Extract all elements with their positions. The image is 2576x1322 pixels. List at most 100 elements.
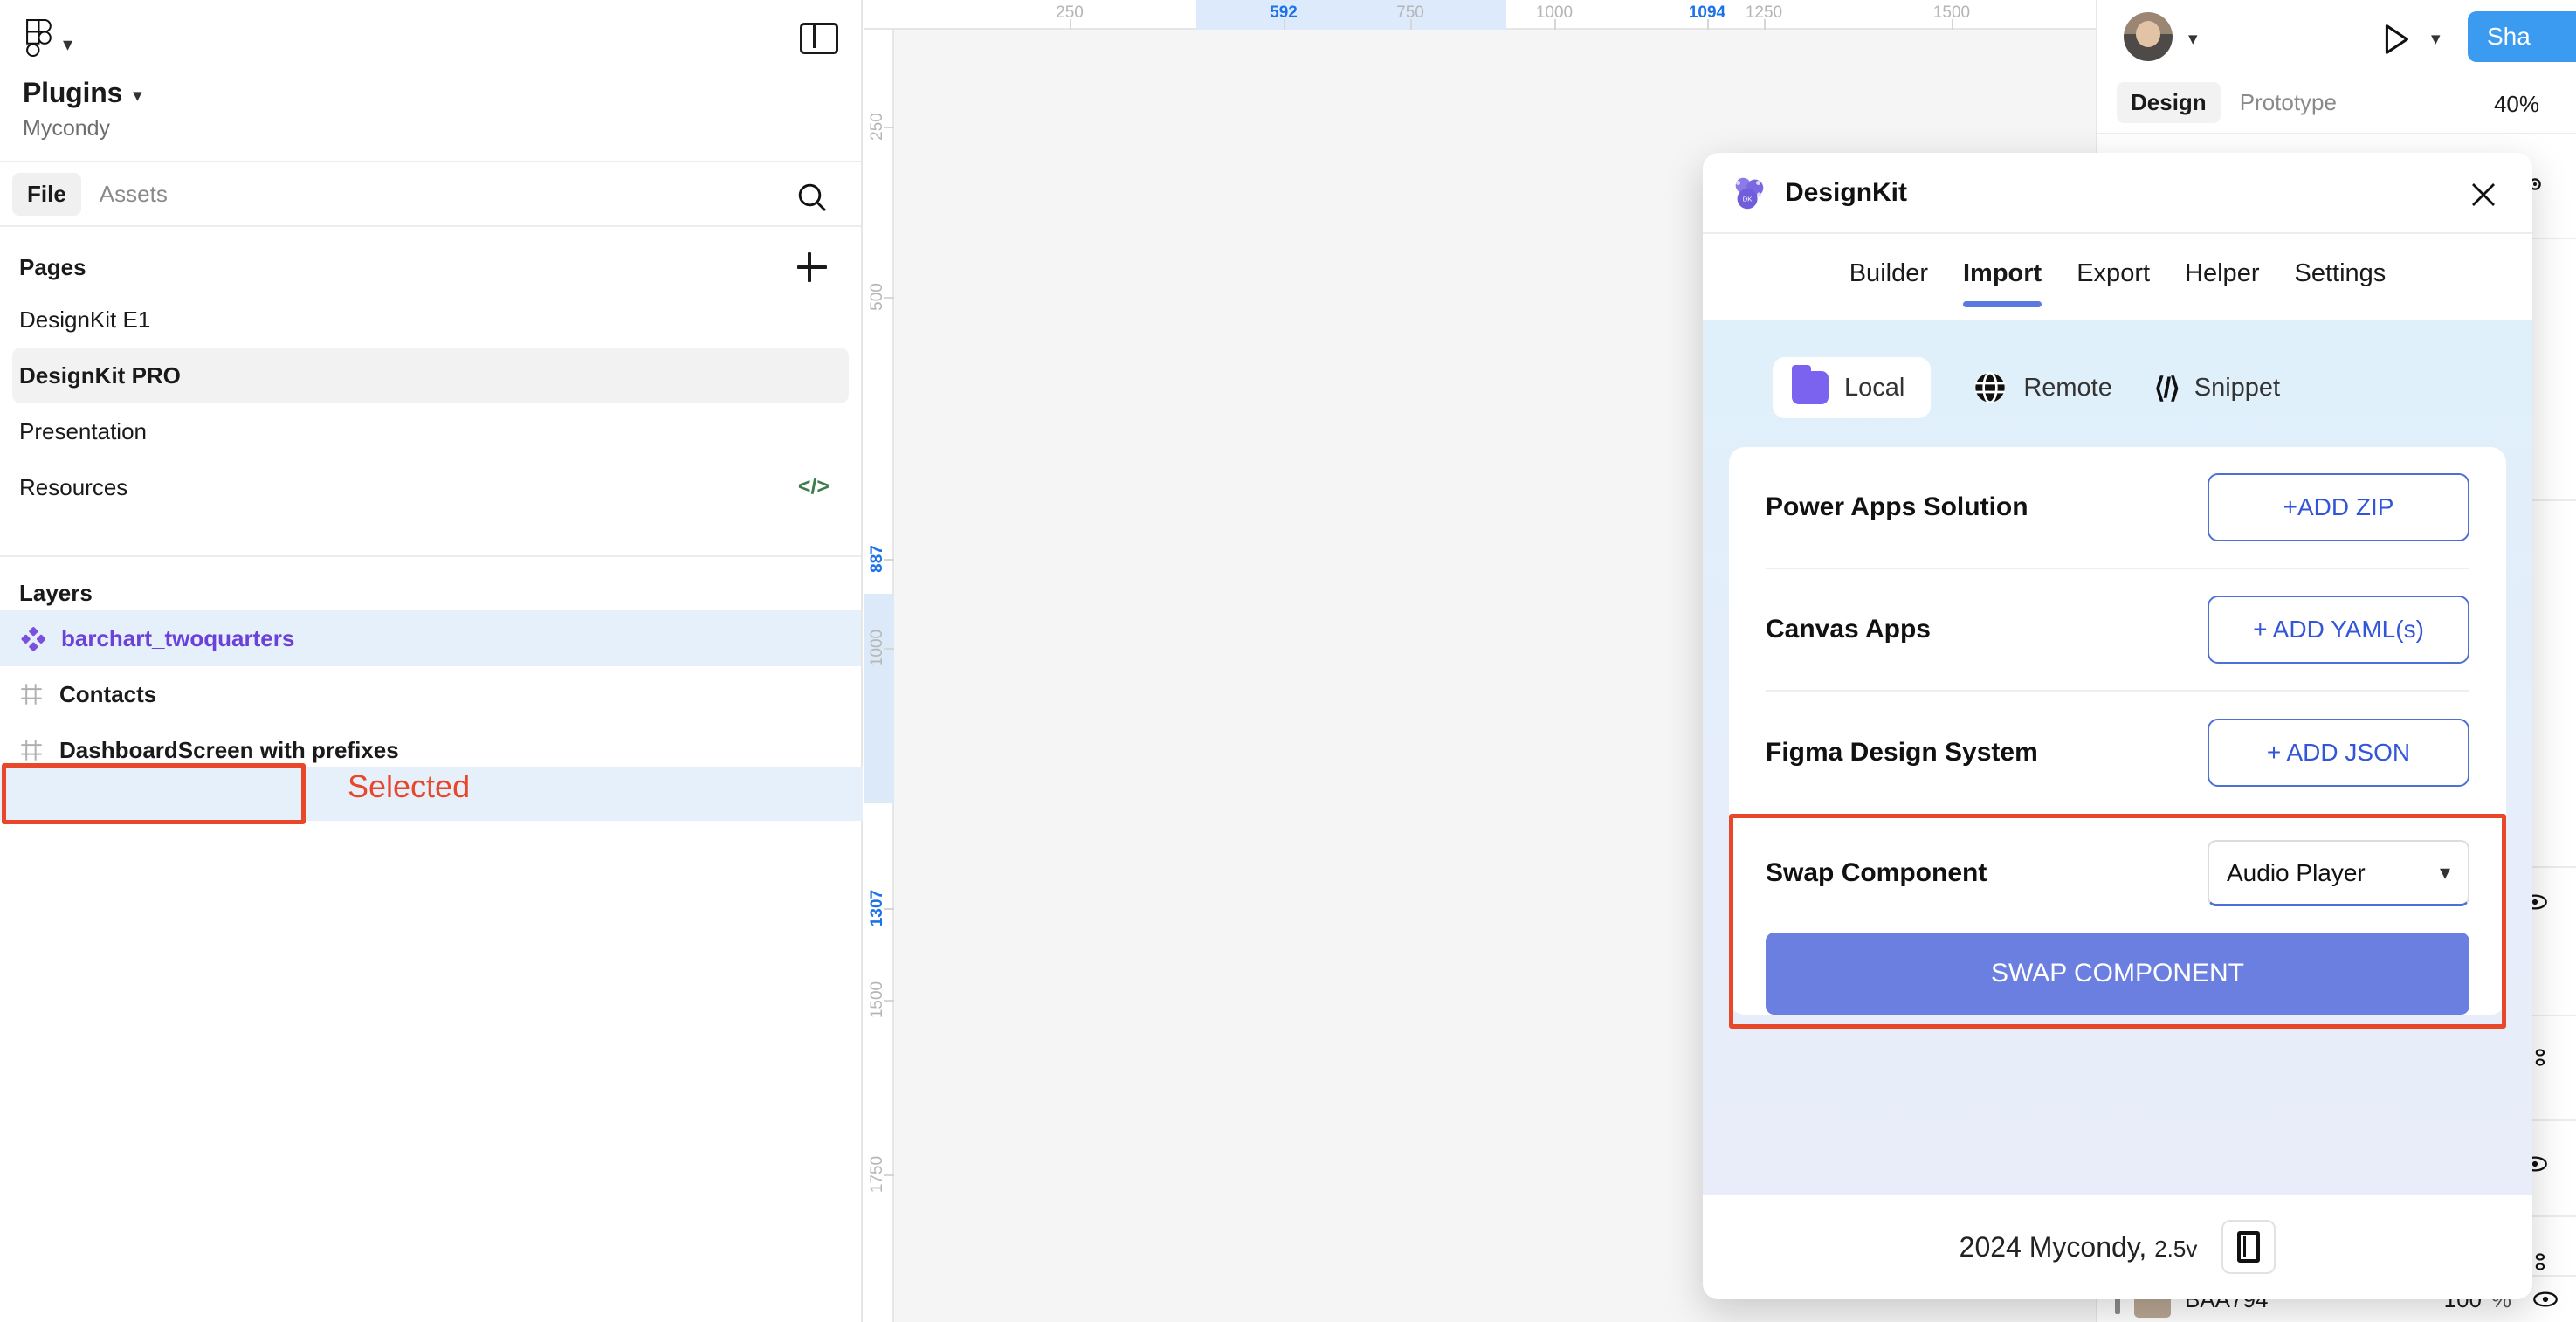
source-remote[interactable]: Remote [1973,370,2112,405]
folder-icon [1792,371,1829,404]
frame-icon [19,682,44,706]
dialog-tab-builder[interactable]: Builder [1849,259,1928,295]
sidebar-menu-chevron-icon[interactable]: ▾ [63,33,72,56]
import-row-button[interactable]: + ADD YAML(s) [2208,596,2469,664]
guide-spacer [864,30,894,1322]
footer-text: 2024 Mycondy, 2.5v [1960,1231,2198,1263]
pages-section-header: Pages [0,227,861,292]
swap-component-select[interactable]: Audio Player ▾ [2208,840,2469,906]
sidebar-page-item[interactable]: DesignKit PRO [12,348,849,403]
swap-component-section: Swap Component Audio Player ▾ SWAP COMPO… [1745,814,2490,1015]
page-label: DesignKit E1 [19,306,150,334]
ruler-mark-horizontal [1764,19,1766,30]
close-icon[interactable] [2468,179,2499,210]
layer-label: Contacts [59,681,156,708]
frame-icon [19,738,44,762]
panel-toggle-icon[interactable] [800,23,838,54]
import-row-label: Power Apps Solution [1766,492,2028,522]
dialog-tab-helper[interactable]: Helper [2185,259,2259,295]
import-row: Canvas Apps + ADD YAML(s) [1766,569,2469,692]
designkit-logo-icon: DK [1729,173,1769,213]
import-row: Power Apps Solution +ADD ZIP [1766,447,2469,569]
present-options-chevron-icon[interactable]: ▾ [2431,28,2441,50]
ruler-mark-horizontal [1707,19,1709,30]
chevron-down-icon: ▾ [2440,860,2450,885]
zoom-level[interactable]: 40% [2494,91,2539,118]
ruler-selection-band-horizontal [1196,0,1506,30]
code-icon[interactable]: </> [798,474,830,499]
swap-selected-option: Audio Player [2227,859,2366,887]
import-source-selector[interactable]: Local Remote ⟨/⟩ Snippet [1703,339,2532,437]
add-page-button[interactable] [795,250,830,285]
tab-file[interactable]: File [12,173,81,216]
ruler-mark-horizontal [1070,19,1071,30]
dialog-tabs[interactable]: Builder Import Export Helper Settings [1703,234,2532,320]
page-label: Presentation [19,418,147,445]
swap-component-label: Swap Component [1766,858,1987,888]
ruler-mark-horizontal [1952,19,1953,30]
right-panel-toolbar: ▾ ▾ Sha [2097,0,2576,72]
tab-design[interactable]: Design [2117,82,2221,123]
tab-prototype[interactable]: Prototype [2226,82,2351,123]
layer-label: barchart_twoquarters [61,625,294,652]
import-row-label: Canvas Apps [1766,615,1931,644]
layer-item[interactable]: barchart_twoquarters [0,610,861,666]
dialog-body-import: Local Remote ⟨/⟩ Snippet Pow [1703,320,2532,1195]
source-local[interactable]: Local [1773,357,1931,418]
svg-text:DK: DK [1743,195,1753,203]
pages-header-label: Pages [19,254,86,281]
dialog-header: DK DesignKit [1703,153,2532,234]
designkit-plugin-dialog[interactable]: DK DesignKit Builder Import Export Helper Se… [1703,153,2532,1299]
sidebar-page-item[interactable]: Resources </> [12,459,849,515]
avatar[interactable] [2124,12,2173,61]
layers-list[interactable]: barchart_twoquartersContactsDashboardScr… [0,610,861,778]
swap-component-button[interactable]: SWAP COMPONENT [1766,933,2469,1015]
dialog-tab-export[interactable]: Export [2077,259,2150,295]
import-row-button[interactable]: + ADD JSON [2208,719,2469,787]
import-card: Power Apps Solution +ADD ZIP Canvas Apps + … [1729,447,2506,1015]
ruler-mark-horizontal [1554,19,1556,30]
pages-list[interactable]: DesignKit E1 DesignKit PRO Presentation Res… [0,292,861,515]
dialog-tab-settings[interactable]: Settings [2294,259,2386,295]
project-chevron-icon[interactable]: ▾ [133,85,142,107]
source-snippet-label: Snippet [2194,374,2280,403]
import-row: Figma Design System + ADD JSON [1766,692,2469,814]
dialog-tab-import[interactable]: Import [1963,259,2042,295]
footer-version: 2.5v [2154,1236,2197,1262]
figma-logo-icon[interactable] [23,19,56,58]
tab-assets[interactable]: Assets [85,173,183,216]
chevron-down-icon[interactable]: ▾ [2188,28,2198,50]
footer-layout-button[interactable] [2221,1220,2276,1274]
page-label: DesignKit PRO [19,362,181,389]
dialog-footer: 2024 Mycondy, 2.5v [1703,1195,2532,1299]
app-root: 2505008871000130715001750 25059275010001… [0,0,2576,1322]
selection-annotation-label: Selected [348,768,470,805]
source-snippet[interactable]: ⟨/⟩ Snippet [2154,371,2280,404]
left-sidebar[interactable]: ▾ Plugins ▾ Mycondy File Assets Pages D [0,0,863,1322]
search-icon[interactable] [795,180,830,215]
project-subtitle: Mycondy [23,116,838,141]
swap-component-row: Swap Component Audio Player ▾ [1745,814,2490,933]
source-remote-label: Remote [2023,374,2112,403]
import-row-button[interactable]: +ADD ZIP [2208,473,2469,541]
project-header: Plugins ▾ Mycondy [0,72,861,141]
sidebar-toolbar: ▾ [0,0,861,72]
sidebar-tabs[interactable]: File Assets [0,161,861,227]
footer-copyright: 2024 Mycondy, [1960,1231,2147,1263]
play-icon[interactable] [2375,19,2415,59]
share-button[interactable]: Sha [2468,11,2576,62]
sidebar-page-item[interactable]: DesignKit E1 [12,292,849,348]
globe-icon [1973,370,2008,405]
right-panel-tabs[interactable]: Design Prototype 40% [2097,72,2576,134]
layout-icon [2237,1231,2260,1263]
project-title[interactable]: Plugins [23,77,122,109]
layers-header-label: Layers [19,580,93,607]
import-row-label: Figma Design System [1766,738,2038,768]
sidebar-page-item[interactable]: Presentation [12,403,849,459]
layer-item[interactable]: Contacts [0,666,861,722]
ruler-mark-horizontal [1410,19,1412,30]
visibility-eye-icon[interactable] [2531,1284,2560,1314]
layers-section-header: Layers [0,557,861,610]
code-icon: ⟨/⟩ [2154,371,2179,404]
page-label: Resources [19,474,127,501]
